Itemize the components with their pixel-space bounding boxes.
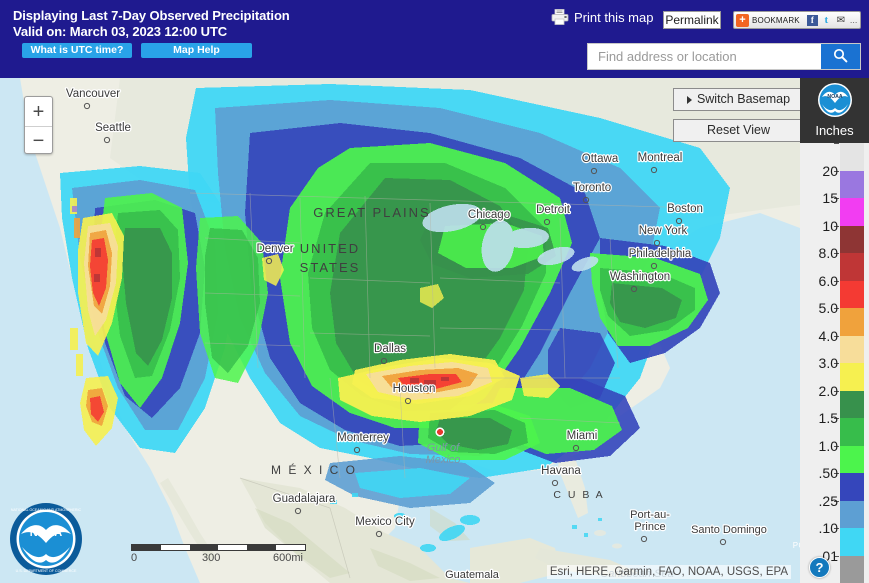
search-input[interactable] bbox=[588, 44, 821, 69]
reset-view-button[interactable]: Reset View bbox=[673, 119, 804, 142]
add-bookmark-icon[interactable]: + bbox=[736, 13, 749, 27]
map-label: Mexico City bbox=[355, 516, 415, 528]
print-this-map-button[interactable]: Print this map bbox=[551, 9, 653, 25]
map-label: Philadelphia bbox=[629, 248, 692, 260]
twitter-icon[interactable]: t bbox=[821, 14, 832, 26]
legend-tick-label: 5.0 bbox=[818, 300, 838, 316]
triangle-right-icon bbox=[686, 95, 692, 104]
map-label: Houston bbox=[393, 383, 436, 395]
legend-tick-label: 6.0 bbox=[818, 272, 838, 289]
map-label: Gulf of bbox=[427, 442, 460, 454]
map-viewport[interactable]: Vancouver Seattle GREAT PLAINS UNITED STATES… bbox=[0, 78, 869, 583]
legend-scale: 20 15 10 8.0 6.0 5.0 4.0 3.0 2.0 1.5 1.0.50.25.10.… bbox=[800, 143, 869, 583]
zoom-out-button[interactable]: − bbox=[25, 126, 52, 155]
legend-tick-label: 2.0 bbox=[818, 382, 838, 399]
legend-tick-label: 20 bbox=[822, 162, 838, 179]
scale-mid-label: 300 bbox=[202, 552, 221, 564]
search-icon bbox=[833, 48, 848, 66]
switch-basemap-button[interactable]: Switch Basemap bbox=[673, 88, 804, 111]
map-label: Denver bbox=[256, 243, 293, 255]
map-label: C U B A bbox=[553, 489, 604, 501]
svg-text:NOAA: NOAA bbox=[30, 527, 62, 539]
scale-max-label: 600mi bbox=[273, 552, 303, 564]
map-label: Washington bbox=[610, 271, 670, 283]
map-label: Ottawa bbox=[582, 153, 619, 165]
map-label: Chicago bbox=[468, 209, 510, 221]
map-label: GREAT PLAINS bbox=[313, 205, 430, 220]
zoom-controls: + − bbox=[24, 96, 53, 154]
search-button[interactable] bbox=[821, 44, 860, 69]
map-label: Miami bbox=[567, 430, 598, 442]
map-label: Seattle bbox=[95, 122, 131, 134]
legend-units-title: Inches bbox=[815, 123, 854, 138]
map-label: Detroit bbox=[536, 204, 571, 216]
precipitation-map-canvas[interactable]: Vancouver Seattle GREAT PLAINS UNITED STATES… bbox=[0, 78, 869, 583]
permalink-button[interactable]: Permalink bbox=[663, 11, 721, 29]
scale-bar-graphic bbox=[131, 544, 306, 551]
map-label: Havana bbox=[541, 465, 581, 477]
map-label: Port-au- bbox=[630, 509, 670, 521]
share-icons: f t ✉ ... bbox=[806, 14, 858, 26]
legend-header: NOAA Inches bbox=[800, 78, 869, 143]
legend-tick-label: 3.0 bbox=[818, 355, 838, 371]
bookmark-label: BOOKMARK bbox=[752, 15, 800, 25]
noaa-logo: NOAA NATIONAL OCEANIC AND ATMOSPHERIC U.… bbox=[7, 500, 85, 578]
map-label: Monterrey bbox=[337, 432, 389, 444]
map-attribution: Esri, HERE, Garmin, FAO, NOAA, USGS, EPA bbox=[546, 565, 791, 579]
switch-basemap-label: Switch Basemap bbox=[696, 92, 791, 106]
scale-min-label: 0 bbox=[131, 552, 138, 564]
help-button[interactable]: ? bbox=[809, 557, 830, 578]
map-help-button[interactable]: Map Help bbox=[141, 43, 252, 58]
map-label: Santo Domingo bbox=[691, 524, 767, 536]
printer-icon bbox=[551, 9, 569, 25]
map-label: New York bbox=[639, 225, 688, 237]
facebook-icon[interactable]: f bbox=[806, 14, 818, 26]
legend-tick-label: .50 bbox=[818, 465, 838, 481]
svg-text:NATIONAL OCEANIC AND ATMOSPHER: NATIONAL OCEANIC AND ATMOSPHERIC bbox=[11, 508, 82, 512]
map-label: Guadalajara bbox=[273, 493, 336, 505]
what-is-utc-button[interactable]: What is UTC time? bbox=[22, 43, 132, 58]
valid-time-text: Valid on: March 03, 2023 12:00 UTC bbox=[13, 24, 228, 39]
page-header: Displaying Last 7-Day Observed Precipita… bbox=[0, 0, 869, 78]
legend-tick-label: 1.0 bbox=[818, 437, 838, 454]
svg-text:U.S. DEPARTMENT OF COMMERCE: U.S. DEPARTMENT OF COMMERCE bbox=[16, 569, 77, 573]
legend-tick-label: 1.5 bbox=[818, 410, 838, 426]
map-label: Toronto bbox=[573, 182, 611, 194]
location-search bbox=[587, 43, 861, 70]
legend-panel: NOAA Inches 20 15 10 8.0 6.0 5.0 4.0 3.0 2.0 1.5 1… bbox=[800, 78, 869, 583]
email-icon[interactable]: ✉ bbox=[835, 15, 847, 26]
map-label: UNITED bbox=[300, 241, 360, 256]
legend-tick-label: .25 bbox=[818, 492, 838, 509]
precipitation-map-page: Displaying Last 7-Day Observed Precipita… bbox=[0, 0, 869, 583]
legend-labels: 20 15 10 8.0 6.0 5.0 4.0 3.0 2.0 1.5 1.0.50.25.10.… bbox=[800, 143, 844, 583]
print-this-map-label: Print this map bbox=[574, 9, 654, 25]
legend-tick-label: 10 bbox=[822, 217, 838, 234]
map-label: Guatemala bbox=[445, 569, 500, 581]
map-label: M É X I C O bbox=[271, 462, 357, 477]
map-label: Mexico bbox=[426, 454, 461, 466]
map-label: STATES bbox=[300, 260, 361, 275]
scale-bar: 0 300 600mi bbox=[131, 544, 326, 565]
map-label: Dallas bbox=[374, 343, 406, 355]
zoom-in-button[interactable]: + bbox=[25, 97, 52, 126]
map-label: Montreal bbox=[638, 152, 683, 164]
map-label: Prince bbox=[634, 521, 665, 533]
legend-tick-label: 8.0 bbox=[818, 245, 838, 261]
more-share-icon[interactable]: ... bbox=[850, 15, 858, 25]
legend-tick-label: .10 bbox=[818, 520, 838, 536]
map-label: Boston bbox=[667, 203, 703, 215]
map-label: Vancouver bbox=[66, 88, 120, 100]
legend-tick-label: 15 bbox=[822, 190, 838, 206]
svg-text:NOAA: NOAA bbox=[827, 94, 843, 100]
bookmark-widget[interactable]: + BOOKMARK f t ✉ ... bbox=[733, 11, 861, 29]
page-title: Displaying Last 7-Day Observed Precipita… bbox=[13, 8, 290, 23]
legend-tick-label: 4.0 bbox=[818, 327, 838, 344]
